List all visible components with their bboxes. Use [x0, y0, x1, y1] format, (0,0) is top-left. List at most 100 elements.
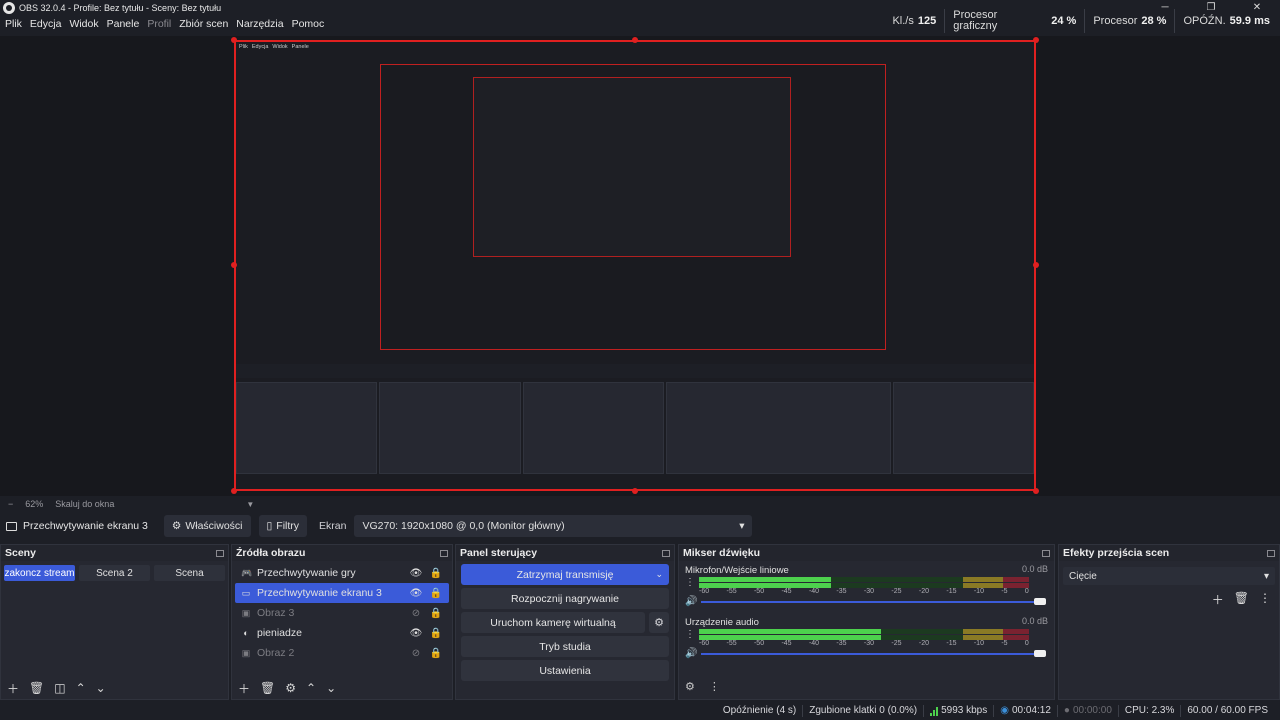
gpu-value: 24 % — [1051, 15, 1077, 27]
selected-screen-capture[interactable]: Plik Edycja Widok Panele — [234, 40, 1036, 491]
move-up-icon[interactable]: ⌃ — [306, 681, 316, 695]
menu-profile[interactable]: Profil — [147, 18, 171, 30]
stop-stream-button[interactable]: Zatrzymaj transmisję ⌄ — [461, 564, 669, 585]
menu-file[interactable]: Plik — [5, 18, 22, 30]
gpu-label: Procesor graficzny — [953, 10, 997, 32]
mixer-channel: Urządzenie audio 0.0 dB ⋮ -60 -55 -50 -45 -4… — [679, 613, 1054, 665]
studio-mode-button[interactable]: Tryb studia — [461, 636, 669, 657]
screen-select-value: VG270: 1920x1080 @ 0,0 (Monitor główny) — [362, 520, 565, 532]
gear-icon[interactable]: ⚙ — [649, 612, 669, 633]
lock-icon[interactable]: 🔒 — [429, 648, 443, 659]
source-item[interactable]: 🎮 Przechwytywanie gry 👁 🔒 — [235, 563, 449, 583]
add-icon[interactable]: ＋ — [1212, 591, 1224, 608]
resize-handle[interactable] — [1033, 488, 1039, 494]
undock-icon[interactable] — [440, 549, 448, 557]
scale-tick: -30 — [863, 640, 875, 647]
zoom-bar: − 62% Skaluj do okna ▼ — [0, 497, 1280, 511]
visibility-icon[interactable]: 👁 — [409, 628, 423, 639]
undock-icon[interactable] — [216, 549, 224, 557]
zoom-mode[interactable]: Skaluj do okna — [55, 499, 114, 509]
scale-tick: -10 — [973, 588, 984, 595]
transition-select[interactable]: Cięcie ▾ — [1063, 567, 1275, 585]
resize-handle[interactable] — [632, 37, 638, 43]
filter-icon[interactable]: ◫ — [54, 681, 65, 695]
screen-select[interactable]: VG270: 1920x1080 @ 0,0 (Monitor główny) … — [354, 515, 753, 537]
scene-item[interactable]: Scena 2 — [79, 565, 150, 581]
move-down-icon[interactable]: ⌄ — [96, 681, 106, 695]
nested-menu-docks: Panele — [291, 44, 309, 50]
undock-icon[interactable] — [1267, 549, 1275, 557]
undock-icon[interactable] — [662, 549, 670, 557]
speaker-icon[interactable]: 🔊 — [685, 648, 697, 659]
gear-icon: ⚙ — [171, 520, 182, 532]
volume-slider[interactable] — [701, 598, 1046, 605]
more-options-icon[interactable]: ⋮ — [709, 680, 720, 693]
scale-tick: -35 — [836, 640, 847, 647]
filters-label: Filtry — [276, 520, 300, 532]
settings-button[interactable]: Ustawienia — [461, 660, 669, 681]
hidden-icon[interactable]: ⊘ — [409, 608, 423, 619]
meter-scale: -60 -55 -50 -45 -40 -35 -30 -25 -20 -15 -10 -5 0 — [699, 640, 1029, 647]
gear-icon[interactable]: ⚙ — [285, 681, 296, 695]
trash-icon[interactable]: 🗑 — [1234, 591, 1249, 608]
window-title: OBS 32.0.4 - Profile: Bez tytułu - Sceny… — [19, 2, 222, 13]
channel-name: Mikrofon/Wejście liniowe — [685, 565, 789, 576]
resize-handle[interactable] — [231, 488, 237, 494]
lock-icon[interactable]: 🔒 — [429, 568, 443, 579]
scenes-footer: ＋ 🗑 ◫ ⌃ ⌄ — [1, 677, 228, 699]
scale-tick: -15 — [946, 588, 957, 595]
volume-slider[interactable] — [701, 650, 1046, 657]
visibility-icon[interactable]: 👁 — [409, 588, 423, 599]
speaker-icon[interactable]: 🔊 — [685, 596, 697, 607]
menu-view[interactable]: Widok — [69, 18, 98, 30]
source-item[interactable]: ▣ Obraz 2 ⊘ 🔒 — [235, 643, 449, 663]
volume-slider-knob[interactable] — [1034, 650, 1046, 657]
source-item[interactable]: ◐ pieniadze 👁 🔒 — [235, 623, 449, 643]
menu-scene-collection[interactable]: Zbiór scen — [179, 18, 228, 30]
menu-docks[interactable]: Panele — [107, 18, 140, 30]
lock-icon[interactable]: 🔒 — [429, 608, 443, 619]
scale-tick: -60 — [699, 588, 710, 595]
resize-handle[interactable] — [231, 262, 237, 268]
chevron-down-icon[interactable]: ⌄ — [655, 569, 663, 580]
visibility-icon[interactable]: 👁 — [409, 568, 423, 579]
more-options-icon[interactable]: ⋮ — [1259, 591, 1271, 608]
volume-slider-knob[interactable] — [1034, 598, 1046, 605]
source-label: Obraz 3 — [257, 607, 295, 619]
settings-icon[interactable]: ⚙ — [685, 680, 695, 693]
move-up-icon[interactable]: ⌃ — [76, 681, 86, 695]
undock-icon[interactable] — [1042, 549, 1050, 557]
trash-icon[interactable]: 🗑 — [29, 681, 44, 695]
menu-help[interactable]: Pomoc — [292, 18, 325, 30]
add-icon[interactable]: ＋ — [7, 680, 19, 697]
lock-icon[interactable]: 🔒 — [429, 628, 443, 639]
scene-item[interactable]: zakoncz stream — [4, 565, 75, 581]
scale-tick: -50 — [753, 640, 765, 647]
audio-mixer-dock: Mikser dźwięku Mikrofon/Wejście liniowe … — [678, 544, 1055, 700]
resize-handle[interactable] — [231, 37, 237, 43]
resize-handle[interactable] — [632, 488, 638, 494]
more-options-icon[interactable]: ⋮ — [685, 629, 695, 640]
scene-item[interactable]: Scena — [154, 565, 225, 581]
lock-icon[interactable]: 🔒 — [429, 588, 443, 599]
move-down-icon[interactable]: ⌄ — [326, 681, 336, 695]
resize-handle[interactable] — [1033, 37, 1039, 43]
channel-db: 0.0 dB — [1021, 564, 1048, 574]
virtual-camera-button[interactable]: Uruchom kamerę wirtualną — [461, 612, 645, 633]
zoom-out-button[interactable]: − — [8, 499, 13, 509]
filters-button[interactable]: ▯ Filtry — [258, 515, 308, 537]
image-icon: ▣ — [241, 647, 251, 658]
more-options-icon[interactable]: ⋮ — [685, 577, 695, 588]
menu-edit[interactable]: Edycja — [30, 18, 62, 30]
trash-icon[interactable]: 🗑 — [260, 681, 275, 695]
menu-tools[interactable]: Narzędzia — [236, 18, 283, 30]
resize-handle[interactable] — [1033, 262, 1039, 268]
source-item[interactable]: ▣ Obraz 3 ⊘ 🔒 — [235, 603, 449, 623]
chevron-down-icon[interactable]: ▼ — [246, 500, 254, 509]
zoom-value: 62% — [25, 499, 44, 509]
hidden-icon[interactable]: ⊘ — [409, 648, 423, 659]
source-item[interactable]: ▭ Przechwytywanie ekranu 3 👁 🔒 — [235, 583, 449, 603]
properties-button[interactable]: ⚙ Właściwości — [163, 515, 251, 537]
start-recording-button[interactable]: Rozpocznij nagrywanie — [461, 588, 669, 609]
add-icon[interactable]: ＋ — [238, 680, 250, 697]
